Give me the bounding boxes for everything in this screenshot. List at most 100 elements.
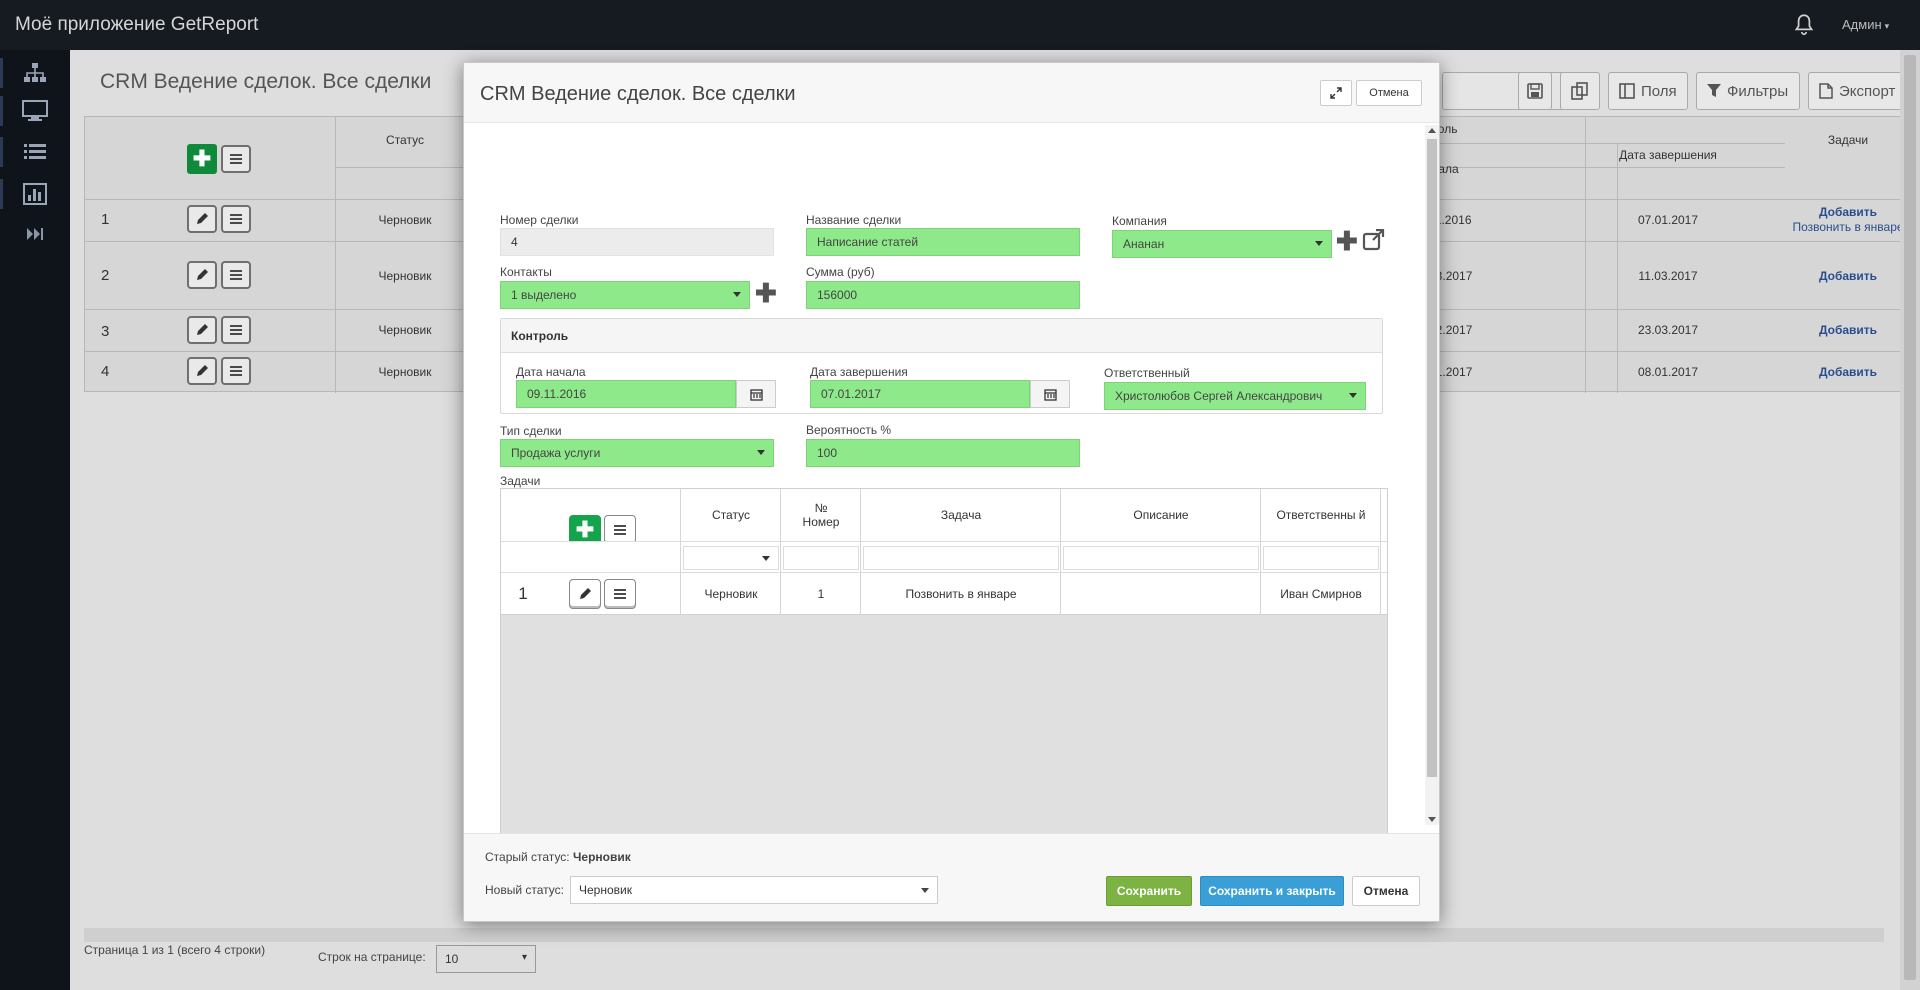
add-task-link[interactable]: Добавить	[1785, 269, 1911, 283]
page-scrollbar[interactable]	[1900, 50, 1920, 990]
start-date-field[interactable]: 09.11.2016	[516, 380, 736, 408]
menu-button[interactable]	[221, 145, 251, 173]
caret-down-icon	[1315, 241, 1323, 246]
add-deal-button[interactable]: ✚	[187, 144, 217, 174]
scroll-thumb[interactable]	[1427, 139, 1437, 777]
task-status: Черновик	[704, 587, 758, 601]
column-divider	[1260, 489, 1261, 615]
task-number: 1	[817, 587, 825, 601]
scroll-thumb[interactable]	[1904, 55, 1916, 980]
start-date-picker-button[interactable]	[736, 380, 776, 408]
grid-header-number[interactable]: № Номер	[781, 489, 861, 541]
row-menu-button[interactable]	[604, 579, 636, 609]
filters-button[interactable]: Фильтры	[1696, 72, 1800, 110]
scroll-down-icon[interactable]	[1428, 817, 1436, 822]
column-divider	[860, 489, 861, 615]
nav-item-structure[interactable]	[0, 54, 70, 92]
description-filter[interactable]	[1063, 546, 1259, 570]
add-task-link[interactable]: Добавить	[1785, 323, 1911, 337]
add-task-link[interactable]: Добавить	[1785, 365, 1911, 379]
old-status-value: Черновик	[572, 850, 631, 864]
menu-button[interactable]	[221, 261, 251, 289]
edit-button[interactable]	[187, 205, 217, 233]
nav-marker	[0, 137, 3, 167]
user-menu[interactable]: Админ ▾	[1842, 17, 1889, 32]
caret-down-icon	[733, 292, 741, 297]
new-status-select[interactable]: Черновик	[570, 876, 938, 904]
add-contact-icon[interactable]: ✚	[755, 280, 777, 306]
probability-field[interactable]: 100	[806, 439, 1080, 467]
contacts-label: Контакты	[500, 265, 552, 279]
amount-field[interactable]: 156000	[806, 281, 1080, 309]
header-end-date[interactable]: Дата завершения	[1585, 148, 1751, 162]
old-status-label: Старый статус:	[485, 850, 570, 864]
table-row[interactable]: 1 Черновик 1 Позвонить в январе Иван Сми…	[501, 573, 1387, 615]
cancel-top-button[interactable]: Отмена	[1356, 80, 1422, 106]
task-filter[interactable]	[863, 546, 1059, 570]
deal-type-select[interactable]: Продажа услуги	[500, 439, 774, 467]
bell-icon[interactable]	[1791, 12, 1817, 38]
deal-name-field[interactable]: Написание статей	[806, 228, 1080, 256]
grid-header-task[interactable]: Задача	[861, 489, 1061, 541]
chevron-down-icon: ▾	[1884, 21, 1890, 31]
responsible-filter[interactable]	[1263, 546, 1379, 570]
add-task-link[interactable]: Добавить	[1785, 205, 1911, 219]
nav-item-reports[interactable]	[0, 175, 70, 213]
deal-type-value: Продажа услуги	[511, 446, 601, 460]
menu-icon	[614, 525, 626, 535]
nav-item-desktop[interactable]	[0, 92, 70, 130]
new-status-label: Новый статус:	[485, 883, 564, 897]
status-filter[interactable]	[683, 546, 779, 570]
company-select[interactable]: Ананан	[1112, 230, 1332, 258]
save-view-button[interactable]	[1518, 72, 1552, 110]
scroll-up-icon[interactable]	[1428, 128, 1436, 133]
dialog-footer: Старый статус: Черновик Новый статус: Че…	[464, 833, 1439, 921]
rows-per-page-select[interactable]: 10	[436, 945, 536, 973]
columns-icon	[1619, 83, 1635, 99]
deal-number-field[interactable]: 4	[500, 228, 774, 256]
add-company-icon[interactable]: ✚	[1336, 228, 1358, 254]
company-label: Компания	[1112, 214, 1167, 228]
copy-button[interactable]	[1560, 72, 1600, 110]
edit-button[interactable]	[187, 357, 217, 385]
number-filter[interactable]	[783, 546, 859, 570]
contacts-value: 1 выделено	[511, 288, 577, 302]
menu-icon	[614, 589, 626, 599]
responsible-select[interactable]: Христолюбов Сергей Александрович	[1104, 382, 1366, 410]
export-button[interactable]: Экспорт	[1808, 72, 1908, 110]
pencil-icon	[197, 213, 208, 224]
menu-button[interactable]	[221, 205, 251, 233]
maximize-button[interactable]	[1320, 80, 1352, 106]
external-link-icon[interactable]	[1362, 229, 1386, 251]
edit-button[interactable]	[187, 261, 217, 289]
nav-marker	[0, 58, 3, 88]
fields-button[interactable]: Поля	[1608, 72, 1688, 110]
end-date-picker-button[interactable]	[1030, 380, 1070, 408]
edit-task-button[interactable]	[569, 579, 601, 609]
save-button[interactable]: Сохранить	[1106, 876, 1192, 906]
caret-down-icon	[762, 556, 770, 561]
menu-icon	[230, 270, 242, 280]
task-link[interactable]: Позвонить в январе	[1785, 220, 1911, 234]
dialog-vertical-scrollbar[interactable]	[1425, 125, 1439, 825]
nav-item-list[interactable]	[0, 133, 70, 171]
rows-per-page-value: 10	[445, 952, 459, 966]
cancel-button[interactable]: Отмена	[1352, 876, 1420, 906]
menu-button[interactable]	[221, 357, 251, 385]
row-number: 4	[101, 363, 110, 380]
grid-header-status[interactable]: Статус	[681, 489, 781, 541]
contacts-select[interactable]: 1 выделено	[500, 281, 750, 309]
menu-icon	[230, 154, 242, 164]
header-status[interactable]: Статус	[335, 133, 475, 147]
nav-item-collapse[interactable]	[0, 215, 70, 253]
menu-button[interactable]	[221, 316, 251, 344]
app-title[interactable]: Моё приложение GetReport	[15, 14, 258, 36]
end-date-field[interactable]: 07.01.2017	[810, 380, 1030, 408]
header-tasks: Задачи	[1827, 133, 1869, 147]
edit-button[interactable]	[187, 316, 217, 344]
grid-header-description[interactable]: Описание	[1061, 489, 1261, 541]
row-end: 07.01.2017	[1637, 213, 1699, 227]
save-and-close-button[interactable]: Сохранить и закрыть	[1200, 876, 1344, 906]
horizontal-scrollbar[interactable]	[84, 928, 1884, 942]
grid-header-responsible[interactable]: Ответственны й	[1261, 489, 1381, 541]
